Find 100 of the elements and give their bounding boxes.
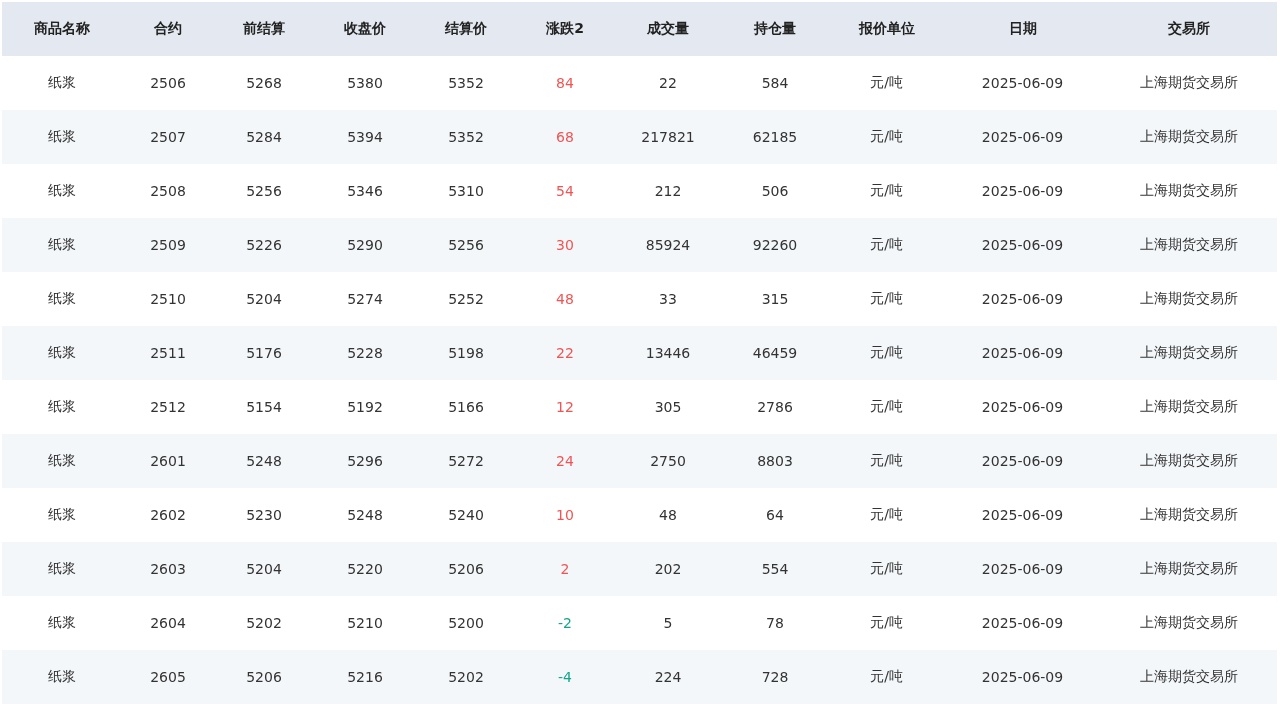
table-cell: 5252 — [416, 272, 516, 326]
table-cell: 2512 — [122, 380, 214, 434]
table-cell: 元/吨 — [828, 56, 945, 110]
column-header: 合约 — [122, 2, 214, 56]
table-cell: 68 — [516, 110, 614, 164]
table-cell: 2602 — [122, 488, 214, 542]
table-cell: 5204 — [214, 272, 314, 326]
table-cell: 224 — [614, 650, 722, 704]
table-cell: 元/吨 — [828, 650, 945, 704]
table-cell: 5240 — [416, 488, 516, 542]
table-cell: 上海期货交易所 — [1100, 326, 1277, 380]
table-cell: 2511 — [122, 326, 214, 380]
table-cell: 元/吨 — [828, 164, 945, 218]
table-cell: 上海期货交易所 — [1100, 218, 1277, 272]
table-cell: 212 — [614, 164, 722, 218]
table-cell: 12 — [516, 380, 614, 434]
table-cell: 2750 — [614, 434, 722, 488]
table-cell: 5380 — [314, 56, 416, 110]
table-cell: 5310 — [416, 164, 516, 218]
table-cell: 315 — [722, 272, 828, 326]
table-cell: 2025-06-09 — [945, 596, 1100, 650]
column-header: 涨跌2 — [516, 2, 614, 56]
table-cell: 5290 — [314, 218, 416, 272]
table-cell: 5204 — [214, 542, 314, 596]
table-cell: 48 — [614, 488, 722, 542]
table-cell: 纸浆 — [2, 650, 122, 704]
table-cell: 22 — [614, 56, 722, 110]
column-header: 商品名称 — [2, 2, 122, 56]
table-cell: 5206 — [214, 650, 314, 704]
table-cell: 305 — [614, 380, 722, 434]
table-cell: 元/吨 — [828, 434, 945, 488]
table-cell: 728 — [722, 650, 828, 704]
table-cell: 33 — [614, 272, 722, 326]
table-cell: 纸浆 — [2, 272, 122, 326]
column-header: 收盘价 — [314, 2, 416, 56]
table-cell: 5176 — [214, 326, 314, 380]
table-cell: 24 — [516, 434, 614, 488]
table-cell: 8803 — [722, 434, 828, 488]
table-cell: 5206 — [416, 542, 516, 596]
table-cell: 5192 — [314, 380, 416, 434]
table-cell: 纸浆 — [2, 326, 122, 380]
column-header: 成交量 — [614, 2, 722, 56]
table-cell: 2 — [516, 542, 614, 596]
table-cell: 纸浆 — [2, 164, 122, 218]
column-header: 持仓量 — [722, 2, 828, 56]
table-cell: 2025-06-09 — [945, 380, 1100, 434]
table-cell: 5198 — [416, 326, 516, 380]
table-cell: 5220 — [314, 542, 416, 596]
table-cell: 上海期货交易所 — [1100, 56, 1277, 110]
table-cell: 506 — [722, 164, 828, 218]
table-cell: 5 — [614, 596, 722, 650]
table-cell: 2025-06-09 — [945, 650, 1100, 704]
table-cell: 30 — [516, 218, 614, 272]
table-cell: 2604 — [122, 596, 214, 650]
table-cell: 5248 — [314, 488, 416, 542]
table-cell: 上海期货交易所 — [1100, 380, 1277, 434]
table-cell: 元/吨 — [828, 218, 945, 272]
table-cell: 5268 — [214, 56, 314, 110]
table-cell: 元/吨 — [828, 542, 945, 596]
table-cell: 纸浆 — [2, 56, 122, 110]
table-cell: 上海期货交易所 — [1100, 488, 1277, 542]
table-cell: 元/吨 — [828, 326, 945, 380]
table-cell: 纸浆 — [2, 218, 122, 272]
table-cell: 54 — [516, 164, 614, 218]
table-cell: 217821 — [614, 110, 722, 164]
table-cell: 554 — [722, 542, 828, 596]
table-cell: 元/吨 — [828, 596, 945, 650]
table-cell: 2605 — [122, 650, 214, 704]
table-cell: 5248 — [214, 434, 314, 488]
table-cell: 纸浆 — [2, 110, 122, 164]
table-cell: 上海期货交易所 — [1100, 434, 1277, 488]
table-cell: 元/吨 — [828, 380, 945, 434]
table-cell: 5202 — [416, 650, 516, 704]
table-cell: 5228 — [314, 326, 416, 380]
table-cell: 22 — [516, 326, 614, 380]
table-cell: 5154 — [214, 380, 314, 434]
table-cell: 2025-06-09 — [945, 542, 1100, 596]
table-cell: 2506 — [122, 56, 214, 110]
table-cell: 元/吨 — [828, 272, 945, 326]
table-cell: 2601 — [122, 434, 214, 488]
table-cell: 上海期货交易所 — [1100, 650, 1277, 704]
table-cell: 上海期货交易所 — [1100, 272, 1277, 326]
table-cell: 5274 — [314, 272, 416, 326]
column-header: 前结算 — [214, 2, 314, 56]
table-cell: 5352 — [416, 56, 516, 110]
table-cell: 2510 — [122, 272, 214, 326]
table-cell: 5352 — [416, 110, 516, 164]
table-cell: 5230 — [214, 488, 314, 542]
table-cell: 46459 — [722, 326, 828, 380]
table-cell: 5202 — [214, 596, 314, 650]
column-header: 结算价 — [416, 2, 516, 56]
column-header: 日期 — [945, 2, 1100, 56]
table-cell: 85924 — [614, 218, 722, 272]
table-cell: 2025-06-09 — [945, 326, 1100, 380]
table-cell: 2025-06-09 — [945, 164, 1100, 218]
table-cell: 5216 — [314, 650, 416, 704]
table-cell: 上海期货交易所 — [1100, 596, 1277, 650]
table-cell: 10 — [516, 488, 614, 542]
table-cell: 584 — [722, 56, 828, 110]
table-cell: 2025-06-09 — [945, 218, 1100, 272]
